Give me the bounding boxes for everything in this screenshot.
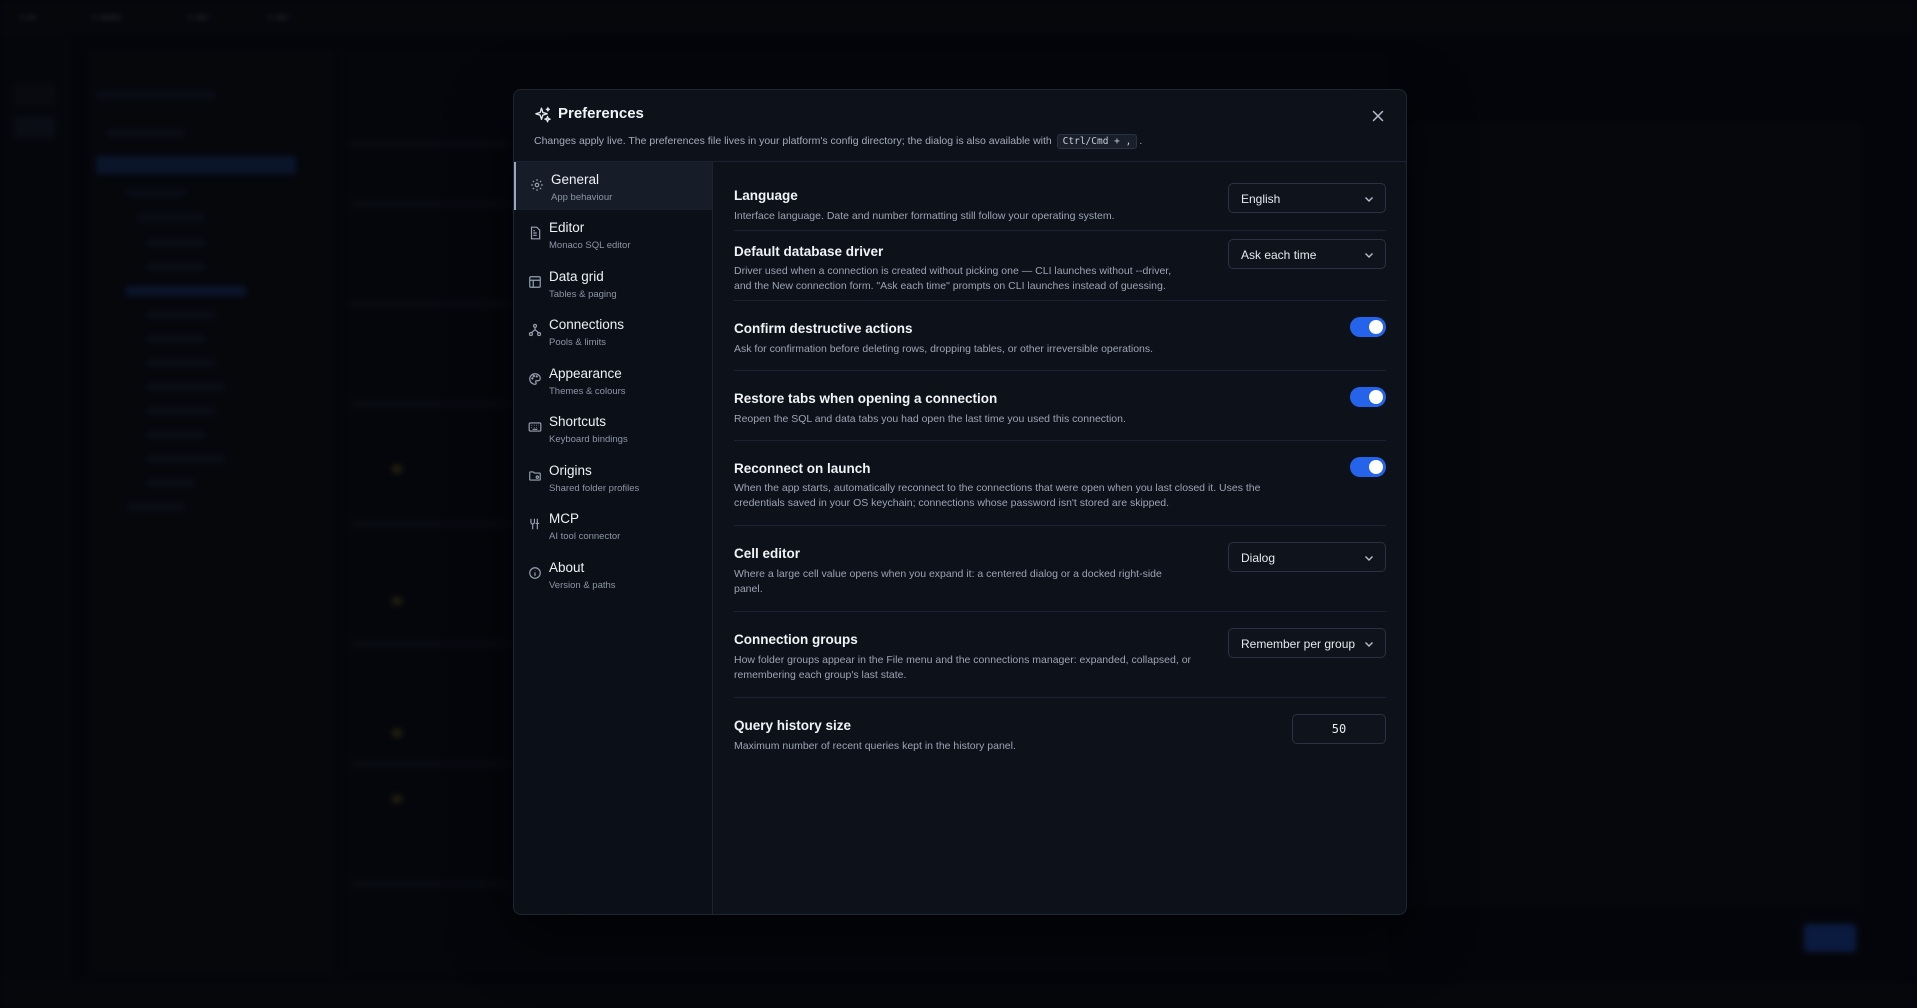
language-select-value: English — [1241, 192, 1281, 206]
dialog-header: Preferences Changes apply live. The pref… — [514, 90, 1406, 162]
dialog-subtitle-text: Changes apply live. The preferences file… — [534, 135, 1052, 147]
setting-description-line1: When the app starts, automatically recon… — [734, 482, 1261, 494]
chevron-down-icon — [1365, 642, 1373, 647]
chevron-down-icon — [1365, 556, 1373, 561]
sidebar-item-sublabel: Keyboard bindings — [549, 434, 628, 445]
sidebar-item-label: Data grid — [549, 269, 604, 284]
driver-select[interactable]: Ask each time — [1228, 239, 1386, 269]
setting-title: Restore tabs when opening a connection — [734, 391, 998, 406]
setting-description-line1: Where a large cell value opens when you … — [734, 568, 1162, 580]
query-history-size-input[interactable] — [1292, 714, 1386, 744]
sidebar-item-mcp[interactable]: MCP AI tool connector — [514, 501, 712, 549]
setting-description-line2: credentials saved in your OS keychain; c… — [734, 497, 1170, 509]
palette-icon — [529, 373, 541, 385]
setting-cell-editor: Cell editor Where a large cell value ope… — [734, 526, 1386, 612]
sidebar-item-appearance[interactable]: Appearance Themes & colours — [514, 356, 712, 404]
driver-select-value: Ask each time — [1241, 248, 1317, 262]
setting-description: Maximum number of recent queries kept in… — [734, 740, 1016, 752]
sidebar-item-sublabel: App behaviour — [551, 192, 613, 203]
setting-restore-tabs: Restore tabs when opening a connection R… — [734, 371, 1386, 441]
setting-description-line2: panel. — [734, 583, 763, 595]
keyboard-icon — [528, 422, 542, 432]
sidebar-item-label: Editor — [549, 220, 585, 235]
sidebar-item-label: Origins — [549, 463, 592, 478]
setting-title: Reconnect on launch — [734, 461, 871, 476]
sidebar-item-sublabel: Shared folder profiles — [549, 483, 640, 494]
sidebar-item-about[interactable]: About Version & paths — [514, 550, 712, 598]
toggle-knob — [1369, 320, 1383, 334]
sidebar-item-sublabel: Monaco SQL editor — [549, 240, 631, 251]
confirm-destructive-toggle[interactable] — [1350, 317, 1386, 337]
shortcut-kbd: Ctrl/Cmd + , — [1056, 134, 1138, 149]
gear-icon — [531, 179, 543, 191]
sidebar-item-sublabel: Themes & colours — [549, 386, 626, 397]
sidebar-item-label: About — [549, 560, 585, 575]
setting-connection-groups: Connection groups How folder groups appe… — [734, 612, 1386, 698]
file-code-icon — [530, 226, 541, 240]
preferences-general-panel: Language Interface language. Date and nu… — [714, 162, 1406, 914]
connection-groups-select-value: Remember per group — [1241, 637, 1356, 651]
sidebar-item-sublabel: Pools & limits — [549, 337, 607, 348]
setting-title: Default database driver — [734, 244, 884, 259]
setting-description-line2: and the New connection form. "Ask each t… — [734, 280, 1166, 292]
setting-description-line1: How folder groups appear in the File men… — [734, 654, 1192, 666]
setting-reconnect-on-launch: Reconnect on launch When the app starts,… — [734, 441, 1386, 526]
preferences-sidebar: General App behaviour Editor Monaco SQL … — [514, 162, 713, 914]
setting-description: Reopen the SQL and data tabs you had ope… — [734, 413, 1126, 425]
reconnect-on-launch-toggle[interactable] — [1350, 457, 1386, 477]
setting-description: Ask for confirmation before deleting row… — [734, 343, 1154, 355]
folder-share-icon — [529, 471, 541, 481]
sidebar-item-data-grid[interactable]: Data grid Tables & paging — [514, 259, 712, 307]
cell-editor-select-value: Dialog — [1241, 551, 1276, 565]
sidebar-item-label: Appearance — [549, 366, 622, 381]
sidebar-item-sublabel: Version & paths — [549, 580, 616, 591]
info-icon — [529, 567, 541, 579]
sidebar-item-shortcuts[interactable]: Shortcuts Keyboard bindings — [514, 404, 712, 452]
sidebar-item-label: Connections — [549, 317, 625, 332]
chevron-down-icon — [1365, 253, 1373, 258]
dialog-subtitle: Changes apply live. The preferences file… — [534, 134, 1142, 149]
sidebar-item-editor[interactable]: Editor Monaco SQL editor — [514, 210, 712, 258]
setting-confirm-destructive: Confirm destructive actions Ask for conf… — [734, 301, 1386, 371]
plug-icon — [530, 518, 540, 530]
toggle-knob — [1369, 460, 1383, 474]
dialog-subtitle-end: . — [1139, 135, 1143, 147]
setting-title: Connection groups — [734, 632, 858, 647]
close-icon — [1372, 110, 1384, 122]
setting-language: Language Interface language. Date and nu… — [734, 176, 1386, 231]
sidebar-item-label: MCP — [549, 511, 579, 526]
setting-description-line2: remembering each group's last state. — [734, 669, 907, 681]
sidebar-item-general[interactable]: General App behaviour — [514, 162, 712, 210]
setting-title: Language — [734, 188, 798, 203]
sidebar-item-sublabel: Tables & paging — [549, 289, 617, 300]
setting-title: Confirm destructive actions — [734, 321, 913, 336]
setting-default-driver: Default database driver Driver used when… — [734, 231, 1386, 301]
toggle-knob — [1369, 390, 1383, 404]
chevron-down-icon — [1365, 197, 1373, 202]
setting-title: Cell editor — [734, 546, 801, 561]
sparkles-icon — [535, 107, 551, 123]
setting-title: Query history size — [734, 718, 852, 733]
setting-description-line1: Driver used when a connection is created… — [734, 265, 1172, 277]
language-select[interactable]: English — [1228, 183, 1386, 213]
setting-description: Interface language. Date and number form… — [734, 210, 1115, 222]
sidebar-item-origins[interactable]: Origins Shared folder profiles — [514, 453, 712, 501]
cell-editor-select[interactable]: Dialog — [1228, 542, 1386, 572]
sidebar-item-connections[interactable]: Connections Pools & limits — [514, 307, 712, 355]
preferences-dialog: Preferences Changes apply live. The pref… — [513, 89, 1407, 915]
setting-query-history-size: Query history size Maximum number of rec… — [734, 698, 1386, 768]
close-button[interactable] — [1368, 106, 1388, 126]
dialog-title: Preferences — [558, 105, 644, 122]
connection-groups-select[interactable]: Remember per group — [1228, 628, 1386, 658]
sidebar-item-sublabel: AI tool connector — [549, 531, 621, 542]
restore-tabs-toggle[interactable] — [1350, 387, 1386, 407]
table-icon — [529, 276, 541, 288]
network-icon — [528, 323, 542, 337]
sidebar-item-label: Shortcuts — [549, 414, 607, 429]
sidebar-item-label: General — [551, 172, 600, 187]
